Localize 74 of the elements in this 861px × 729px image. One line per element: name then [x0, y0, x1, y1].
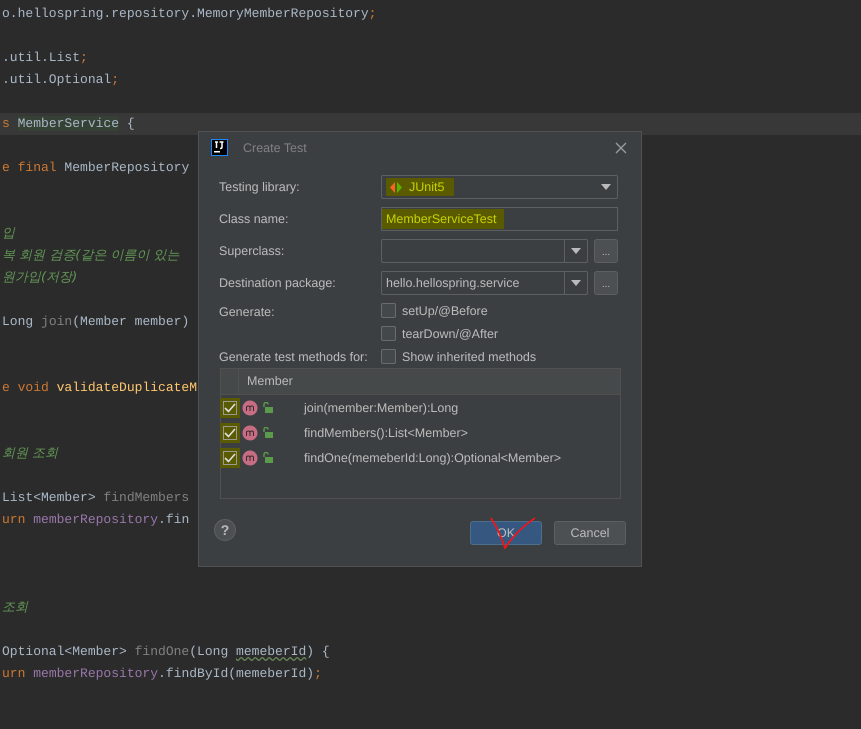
method-name[interactable]: findOne(memeberId:Long):Optional<Member>: [304, 450, 562, 464]
testing-library-dropdown[interactable]: JUnit5: [381, 175, 618, 199]
code-token: .util.List: [2, 50, 80, 65]
code-token: ;: [111, 72, 120, 87]
code-token: .findById(memeberId): [158, 666, 314, 681]
field-label: Superclass:: [219, 244, 286, 258]
help-button[interactable]: ?: [214, 519, 236, 541]
field-label: Generate:: [219, 304, 276, 319]
superclass-field[interactable]: [381, 239, 588, 263]
method-name[interactable]: findMembers():List<Member>: [304, 426, 468, 440]
code-token: urn: [2, 666, 26, 681]
caret-icon: [601, 184, 611, 190]
checkbox-label[interactable]: tearDown/@After: [402, 326, 498, 340]
code-token: ;: [314, 666, 322, 681]
code-token: 원가입(저장): [2, 270, 78, 285]
field-label: Testing library:: [219, 180, 301, 194]
code-token: e void: [2, 380, 50, 395]
code-token: Long: [2, 314, 34, 329]
code-token: MemberService: [18, 116, 120, 131]
junit-icon: [390, 182, 403, 192]
code-token: o.hellospring.repository.MemoryMemberRepository: [2, 6, 369, 21]
code-token: List<Member>: [2, 490, 97, 505]
cancel-button[interactable]: Cancel: [554, 521, 626, 545]
code-token: findMembers: [103, 490, 190, 505]
code-token: .util.Optional: [2, 72, 112, 87]
checkbox-label[interactable]: Show inherited methods: [402, 350, 536, 364]
checkbox-label[interactable]: setUp/@Before: [402, 304, 488, 318]
dialog-title: Create Test: [243, 140, 308, 154]
class-name-field[interactable]: MemberServiceTest: [381, 207, 618, 231]
code-token: 복 회원 검증(같은 이름이 있는: [2, 248, 180, 263]
unlocked-padlock-icon: [263, 427, 273, 438]
field-label: Destination package:: [219, 276, 337, 290]
method-icon: [242, 424, 258, 440]
code-token: ) {: [306, 644, 330, 659]
code-token: e final: [2, 160, 58, 175]
checkbox[interactable]: [381, 349, 396, 364]
code-token: memberRepository: [33, 512, 158, 527]
caret-icon: [571, 280, 581, 286]
code-token: 조회: [2, 600, 28, 615]
destination-package-dropdown[interactable]: hello.hellospring.service: [381, 271, 588, 295]
code-token: findOne: [134, 644, 190, 659]
handwritten-check-mark-drawing: [489, 516, 537, 550]
checkbox[interactable]: [381, 326, 396, 341]
field-label: Class name:: [219, 212, 290, 226]
code-token: ;: [368, 6, 376, 21]
code-token: 회원 조회: [2, 446, 58, 461]
code-token: memeberId: [236, 644, 306, 659]
code-token: ;: [80, 50, 88, 65]
code-token: validateDuplicateM: [56, 380, 198, 395]
code-token: (Member member): [72, 314, 190, 329]
code-token: (Long: [189, 644, 230, 659]
close-icon[interactable]: [615, 142, 627, 154]
code-token: .fin: [158, 512, 190, 527]
field-label: Generate test methods for:: [219, 350, 369, 364]
code-token: join: [41, 314, 72, 329]
method-name[interactable]: join(member:Member):Long: [304, 400, 458, 414]
code-token: Optional<Member>: [2, 644, 128, 659]
code-token: memberRepository: [33, 666, 158, 681]
code-token: s: [2, 116, 11, 131]
browse-button[interactable]: ...: [594, 239, 618, 263]
method-icon: [242, 400, 258, 416]
app-logo-icon: [211, 139, 231, 156]
checkbox[interactable]: [381, 303, 396, 318]
caret-icon: [571, 248, 581, 254]
code-token: MemberRepository: [64, 160, 190, 175]
unlocked-padlock-icon: [263, 452, 273, 463]
code-token: urn: [2, 512, 26, 527]
unlocked-padlock-icon: [263, 402, 273, 413]
browse-button[interactable]: ...: [594, 271, 618, 295]
method-icon: [242, 450, 258, 466]
code-token: 입: [2, 226, 15, 241]
dropdown-value: JUnit5: [409, 180, 444, 194]
code-token: {: [126, 116, 135, 131]
column-header: Member: [246, 373, 293, 390]
